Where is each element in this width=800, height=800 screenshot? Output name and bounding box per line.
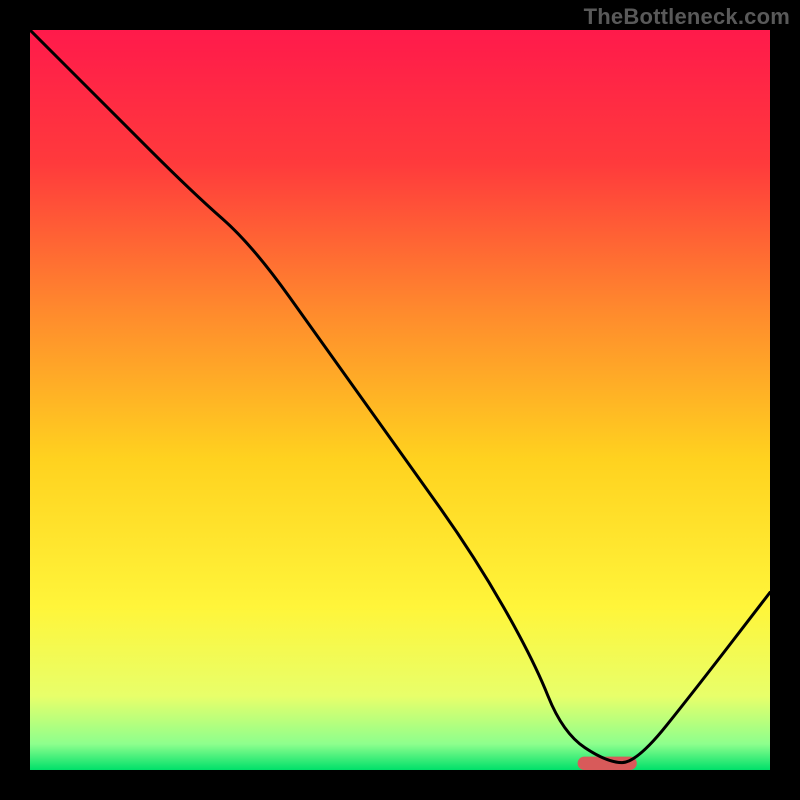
plot-area	[30, 30, 770, 770]
watermark-label: TheBottleneck.com	[584, 4, 790, 30]
chart-svg	[30, 30, 770, 770]
chart-container: TheBottleneck.com	[0, 0, 800, 800]
